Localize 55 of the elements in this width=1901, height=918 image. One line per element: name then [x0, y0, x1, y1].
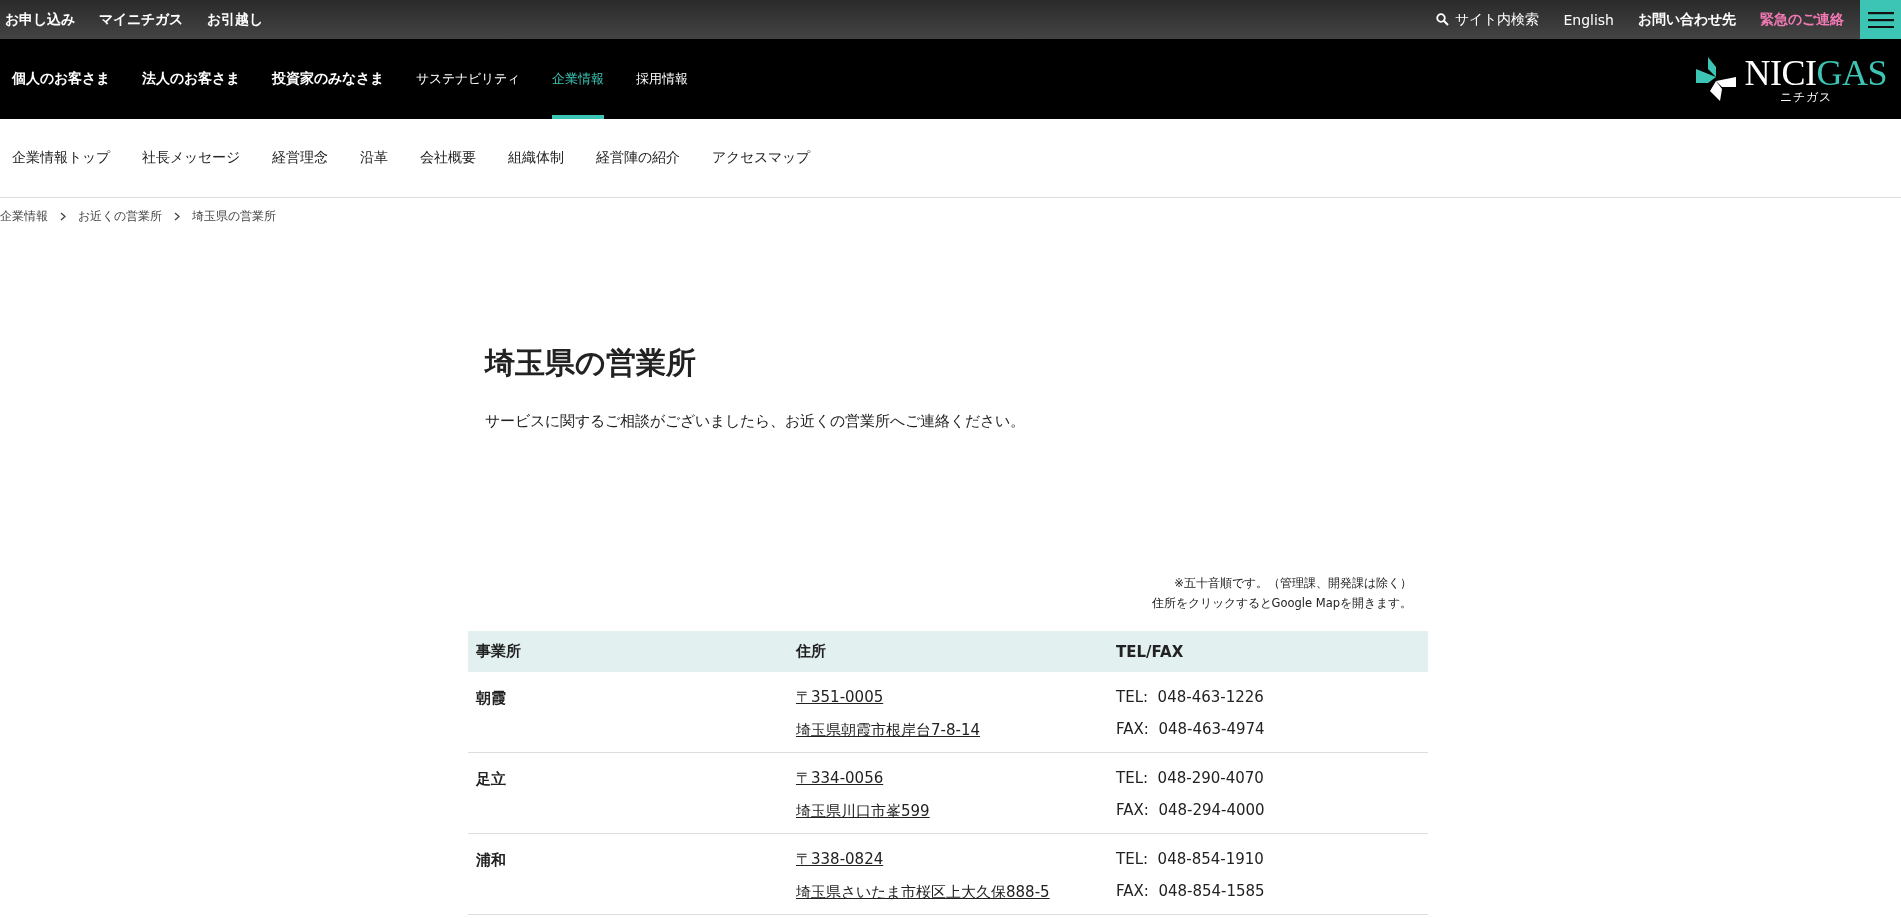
postal-code-link[interactable]: 〒351-0005 — [796, 688, 884, 707]
subnav-link[interactable]: 社長メッセージ — [142, 149, 240, 167]
lead-text: サービスに関するご相談がございましたら、お近くの営業所へご連絡ください。 — [485, 412, 1026, 431]
search-link[interactable]: サイト内検索 — [1436, 10, 1540, 29]
tel-text: TEL: 048-463-1226 — [1116, 688, 1264, 706]
utility-link[interactable]: お申し込み — [5, 10, 75, 29]
logo-wordmark: NICIGAS — [1744, 55, 1887, 91]
column-header: 住所 — [794, 642, 827, 661]
column-header: 事業所 — [475, 642, 522, 661]
logo-reading: ニチガス — [1780, 91, 1834, 103]
column-header: TEL/FAX — [1115, 642, 1185, 661]
address-link[interactable]: 埼玉県さいたま市桜区上大久保888-5 — [796, 883, 1050, 902]
utility-link[interactable]: お引越し — [207, 10, 263, 29]
menu-icon — [1867, 11, 1894, 28]
office-name: 朝霞 — [476, 689, 506, 707]
address-link[interactable]: 埼玉県川口市峯599 — [796, 802, 930, 821]
subnav-link[interactable]: 組織体制 — [508, 149, 564, 167]
chevron-icon — [60, 212, 66, 221]
subnav-link[interactable]: 経営理念 — [272, 149, 328, 167]
breadcrumb-link[interactable]: 企業情報 — [0, 208, 48, 225]
page-title: 埼玉県の営業所 — [485, 344, 697, 382]
office-name: 浦和 — [476, 851, 506, 869]
tel-text: TEL: 048-290-4070 — [1116, 769, 1264, 787]
postal-code-link[interactable]: 〒334-0056 — [796, 769, 884, 788]
fax-text: FAX: 048-294-4000 — [1116, 801, 1265, 819]
utility-link[interactable]: 緊急のご連絡 — [1760, 10, 1844, 29]
subnav-link[interactable]: 会社概要 — [420, 149, 476, 167]
postal-code-link[interactable]: 〒338-0824 — [796, 850, 884, 869]
fax-text: FAX: 048-463-4974 — [1116, 720, 1265, 738]
fax-text: FAX: 048-854-1585 — [1116, 882, 1265, 900]
logo[interactable]: NICIGAS ニチガス — [1696, 39, 1887, 119]
utility-link[interactable]: English — [1563, 11, 1614, 28]
search-icon — [1436, 13, 1450, 26]
logo-mark-icon — [1696, 57, 1737, 101]
tel-text: TEL: 048-854-1910 — [1116, 850, 1264, 868]
nav-tab[interactable]: 個人のお客さま — [12, 39, 110, 119]
utility-link[interactable]: お問い合わせ先 — [1638, 10, 1736, 29]
nav-tab[interactable]: 投資家のみなさま — [272, 39, 384, 119]
address-link[interactable]: 埼玉県朝霞市根岸台7-8-14 — [796, 721, 980, 740]
note-text: ※五十音順です。（管理課、開発課は除く） — [1173, 575, 1412, 592]
breadcrumb-link[interactable]: お近くの営業所 — [78, 208, 162, 225]
nav-tab[interactable]: 法人のお客さま — [142, 39, 240, 119]
utility-link[interactable]: マイニチガス — [99, 10, 183, 29]
subnav-link[interactable]: アクセスマップ — [712, 149, 810, 167]
nav-tab[interactable]: 企業情報 — [552, 39, 604, 119]
menu-button[interactable] — [1860, 0, 1901, 39]
subnav-link[interactable]: 経営陣の紹介 — [596, 149, 680, 167]
nav-tab[interactable]: 採用情報 — [636, 39, 688, 119]
subnav-link[interactable]: 沿革 — [360, 149, 388, 167]
nav-tab[interactable]: サステナビリティ — [416, 39, 520, 119]
note-text: 住所をクリックするとGoogle Mapを開きます。 — [1150, 595, 1412, 612]
current-page-label: 埼玉県の営業所 — [192, 208, 276, 225]
office-name: 足立 — [476, 770, 506, 788]
chevron-icon — [174, 212, 180, 221]
subnav-link[interactable]: 企業情報トップ — [12, 149, 110, 167]
